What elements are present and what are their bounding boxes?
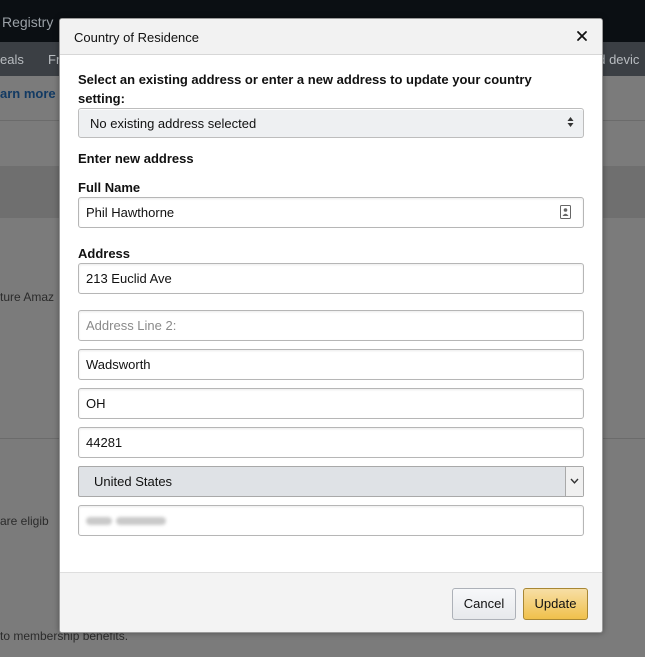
background-text: ture Amaz — [0, 290, 55, 304]
new-address-heading: Enter new address — [78, 151, 194, 166]
full-name-field[interactable]: Phil Hawthorne — [78, 197, 584, 228]
phone-field[interactable] — [78, 505, 584, 536]
background-registry-link: Registry — [2, 14, 54, 30]
address-line1-value: 213 Euclid Ave — [86, 271, 172, 286]
up-down-arrows-icon — [567, 116, 574, 131]
state-field[interactable]: OH — [78, 388, 584, 419]
contact-card-icon[interactable] — [560, 205, 571, 222]
dialog-header: Country of Residence — [60, 19, 602, 55]
redacted-phone-value — [86, 514, 166, 528]
background-text: are eligib — [0, 514, 49, 528]
address-line2-field[interactable]: Address Line 2: — [78, 310, 584, 341]
zip-field[interactable]: 44281 — [78, 427, 584, 458]
address-line2-placeholder: Address Line 2: — [86, 318, 177, 333]
state-value: OH — [86, 396, 106, 411]
existing-address-value: No existing address selected — [90, 116, 257, 131]
existing-address-select[interactable]: No existing address selected — [78, 108, 584, 138]
dialog-title: Country of Residence — [74, 30, 200, 45]
address-line1-field[interactable]: 213 Euclid Ave — [78, 263, 584, 294]
background-learn-more-link: arn more — [0, 86, 56, 101]
cancel-button[interactable]: Cancel — [452, 588, 516, 620]
country-of-residence-dialog: Country of Residence Select an existing … — [59, 18, 603, 633]
city-field[interactable]: Wadsworth — [78, 349, 584, 380]
country-value: United States — [94, 474, 173, 489]
zip-value: 44281 — [86, 435, 123, 450]
city-value: Wadsworth — [86, 357, 151, 372]
address-prompt: Select an existing address or enter a ne… — [78, 72, 532, 106]
dialog-footer: Cancel Update — [60, 572, 602, 632]
close-icon[interactable] — [574, 27, 590, 45]
chevron-down-icon[interactable] — [565, 467, 583, 496]
country-select[interactable]: United States — [78, 466, 584, 497]
update-button[interactable]: Update — [523, 588, 588, 620]
background-nav-item: eals — [0, 52, 24, 67]
full-name-label: Full Name — [78, 180, 141, 195]
address-label: Address — [78, 246, 131, 261]
full-name-value: Phil Hawthorne — [86, 205, 175, 220]
